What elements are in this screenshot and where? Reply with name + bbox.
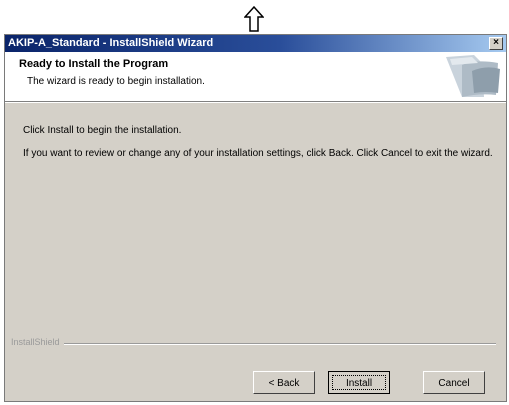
back-button[interactable]: < Back [253, 371, 315, 394]
header-panel: Ready to Install the Program The wizard … [5, 52, 506, 102]
header-subtitle: The wizard is ready to begin installatio… [27, 76, 205, 87]
focus-indicator [332, 375, 386, 390]
divider-line [11, 343, 496, 345]
review-instruction-text: If you want to review or change any of y… [23, 148, 493, 159]
install-button[interactable]: Install [328, 371, 390, 394]
installshield-wizard-window: AKIP-A_Standard - InstallShield Wizard ×… [4, 34, 507, 402]
cancel-button[interactable]: Cancel [423, 371, 485, 394]
install-instruction-text: Click Install to begin the installation. [23, 125, 182, 136]
installshield-brand-label: InstallShield [11, 337, 64, 347]
brand-divider: InstallShield [11, 337, 496, 349]
header-title: Ready to Install the Program [19, 58, 169, 70]
window-titlebar[interactable]: AKIP-A_Standard - InstallShield Wizard × [5, 35, 506, 52]
window-title: AKIP-A_Standard - InstallShield Wizard [8, 37, 214, 49]
close-button[interactable]: × [489, 37, 503, 50]
up-arrow-icon [244, 6, 264, 32]
header-separator [5, 102, 506, 103]
installer-graphic-icon [446, 55, 500, 97]
